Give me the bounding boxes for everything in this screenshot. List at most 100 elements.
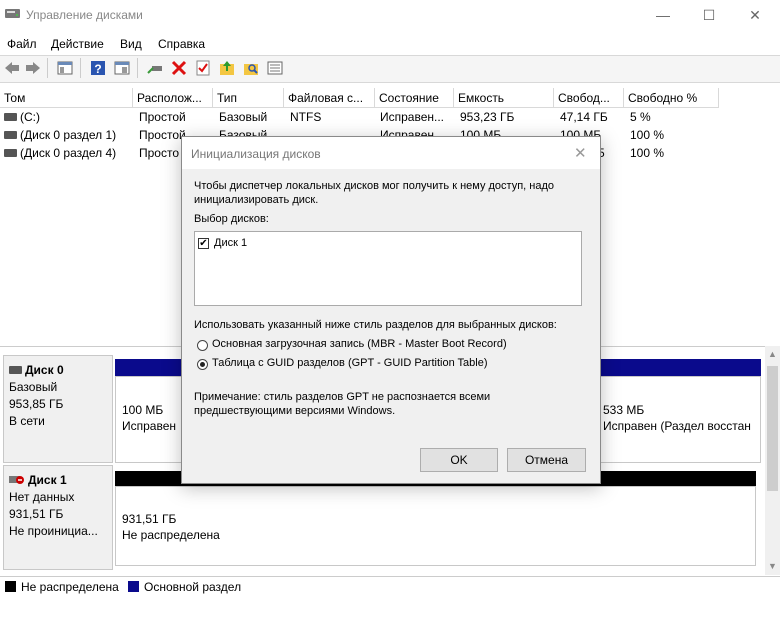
forward-arrow-icon[interactable] [24, 59, 42, 77]
menu-file[interactable]: Файл [7, 37, 37, 51]
legend-unallocated: Не распределена [21, 580, 119, 594]
disk-1-type: Нет данных [9, 490, 75, 504]
close-button[interactable]: ✕ [732, 0, 778, 30]
disk-0-type: Базовый [9, 380, 58, 394]
settings-list-icon[interactable] [266, 59, 284, 77]
volume-name: (Диск 0 раздел 1) [20, 128, 117, 142]
scroll-up-icon[interactable]: ▲ [768, 349, 777, 359]
legend-primary: Основной раздел [144, 580, 242, 594]
gpt-option-label[interactable]: Таблица с GUID разделов (GPT - GUID Part… [212, 357, 488, 369]
disk-1-size: 931,51 ГБ [9, 507, 64, 521]
column-header-type[interactable]: Тип [213, 88, 284, 108]
partition-style-label: Использовать указанный ниже стиль раздел… [194, 319, 557, 331]
volume-filesystem: NTFS [290, 110, 322, 124]
volume-status: Исправен... [380, 110, 445, 124]
minimize-button[interactable]: — [640, 0, 686, 30]
intro-line-2: инициализировать диск. [194, 194, 319, 206]
unallocated-size: 931,51 ГБ [122, 512, 177, 526]
minimize-icon: — [656, 7, 670, 23]
mbr-radio[interactable] [197, 340, 208, 351]
scroll-down-icon[interactable]: ▼ [768, 561, 777, 571]
partition-size: 533 МБ [603, 403, 645, 417]
primary-swatch [128, 581, 139, 592]
disk-1-status: Не проинициа... [9, 524, 98, 538]
disk-management-app-icon [5, 9, 20, 18]
note-line-2: предшествующими версиями Windows. [194, 405, 396, 417]
menu-action[interactable]: Действие [51, 37, 104, 51]
window-title: Управление дисками [26, 8, 143, 22]
dialog-title-bar: Инициализация дисков ✕ [182, 137, 600, 169]
legend-bar: Не распределена Основной раздел [0, 576, 780, 599]
delete-icon[interactable] [170, 59, 188, 77]
folder-search-icon[interactable] [242, 59, 260, 77]
menu-help[interactable]: Справка [158, 37, 205, 51]
select-disks-label: Выбор дисков: [194, 213, 269, 225]
volume-icon [4, 130, 17, 139]
disk-1-name: Диск 1 [28, 473, 67, 487]
volume-layout: Простой [139, 110, 186, 124]
column-header-capacity[interactable]: Емкость [454, 88, 554, 108]
volume-type: Базовый [219, 110, 268, 124]
volume-name: (C:) [20, 110, 40, 124]
intro-line-1: Чтобы диспетчер локальных дисков мог пол… [194, 180, 554, 192]
dialog-note: Примечание: стиль разделов GPT не распоз… [194, 390, 490, 418]
console-tree-icon[interactable] [56, 59, 74, 77]
volume-name: (Диск 0 раздел 4) [20, 146, 117, 160]
close-icon: ✕ [749, 7, 761, 23]
gpt-radio[interactable] [197, 359, 208, 370]
unallocated-swatch [5, 581, 16, 592]
volume-free-percent: 100 % [630, 128, 665, 142]
dialog-close-icon[interactable]: ✕ [574, 144, 587, 162]
column-header-layout[interactable]: Располож... [133, 88, 213, 108]
column-header-free-percent[interactable]: Свободно % [624, 88, 719, 108]
disk-0-status: В сети [9, 414, 45, 428]
ok-button[interactable]: OK [420, 448, 498, 472]
column-header-free[interactable]: Свобод... [554, 88, 624, 108]
column-header-status[interactable]: Состояние [375, 88, 454, 108]
initialize-disk-dialog: Инициализация дисков ✕ Чтобы диспетчер л… [181, 136, 601, 484]
disk-0-partition-1[interactable]: 100 МБ Исправен [115, 376, 185, 463]
disk-0-name: Диск 0 [25, 363, 64, 377]
help-icon[interactable]: ? [89, 59, 107, 77]
volume-free-percent: 5 % [630, 110, 651, 124]
disk-0-size: 953,85 ГБ [9, 397, 64, 411]
column-header-volume[interactable]: Том [0, 88, 133, 108]
dialog-title: Инициализация дисков [191, 147, 321, 161]
connect-drive-icon[interactable] [146, 59, 164, 77]
partition-status: Исправен [122, 419, 177, 433]
volume-icon [4, 148, 17, 157]
folder-up-icon[interactable] [218, 59, 236, 77]
disk-listbox[interactable]: ✔ Диск 1 [194, 231, 582, 306]
mbr-option-label[interactable]: Основная загрузочная запись (MBR - Maste… [212, 338, 507, 350]
partition-status: Исправен (Раздел восстан [603, 419, 751, 433]
menu-view[interactable]: Вид [120, 37, 142, 51]
back-arrow-icon[interactable] [3, 59, 21, 77]
maximize-icon: ☐ [702, 7, 716, 23]
volume-icon [4, 112, 17, 121]
partition-size: 100 МБ [122, 403, 164, 417]
unallocated-status: Не распределена [122, 528, 220, 542]
disk-0-partition-4[interactable]: 533 МБ Исправен (Раздел восстан [598, 376, 761, 463]
volume-capacity: 953,23 ГБ [460, 110, 515, 124]
disk-checkbox[interactable]: ✔ [198, 238, 209, 249]
scrollbar-thumb[interactable] [767, 366, 778, 491]
disk-item-label: Диск 1 [214, 237, 248, 249]
cancel-button[interactable]: Отмена [507, 448, 586, 472]
disk-icon [9, 365, 22, 374]
disk-1-unallocated-region[interactable]: 931,51 ГБ Не распределена [115, 486, 756, 566]
maximize-button[interactable]: ☐ [686, 0, 732, 30]
svg-text:?: ? [94, 62, 101, 76]
disk-0-label[interactable]: Диск 0 Базовый 953,85 ГБ В сети [3, 355, 113, 463]
check-properties-icon[interactable] [194, 59, 212, 77]
vertical-scrollbar[interactable]: ▲ ▼ [765, 346, 780, 575]
column-header-filesystem[interactable]: Файловая с... [284, 88, 375, 108]
disk-uninitialized-icon [9, 475, 24, 484]
disk-1-label[interactable]: Диск 1 Нет данных 931,51 ГБ Не проинициа… [3, 465, 113, 570]
title-bar: Управление дисками — ☐ ✕ [0, 0, 780, 30]
table-row[interactable]: (C:) Простой Базовый NTFS Исправен... 95… [0, 108, 780, 126]
volume-layout: Просто [139, 146, 180, 160]
volume-free: 5 [598, 146, 605, 160]
properties-view-icon[interactable] [113, 59, 131, 77]
volume-free-percent: 100 % [630, 146, 665, 160]
volume-free: 47,14 ГБ [560, 110, 608, 124]
